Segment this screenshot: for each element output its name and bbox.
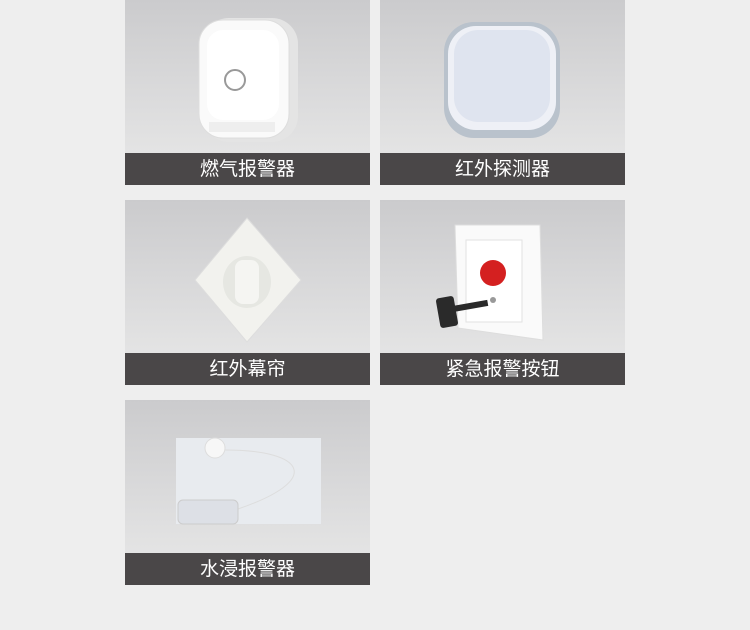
infrared-curtain-image: [194, 217, 302, 343]
gas-alarm-image: [198, 18, 298, 142]
product-label: 燃气报警器: [125, 153, 370, 185]
product-label: 紧急报警按钮: [380, 353, 625, 385]
water-leak-alarm-image: [176, 437, 321, 525]
infrared-detector-image: [444, 22, 560, 138]
product-label: 红外幕帘: [125, 353, 370, 385]
product-label: 水浸报警器: [125, 553, 370, 585]
product-card-gas-alarm[interactable]: 燃气报警器: [125, 0, 370, 185]
product-card-infrared-curtain[interactable]: 红外幕帘: [125, 200, 370, 385]
emergency-button-image: [436, 224, 544, 341]
product-card-water-leak-alarm[interactable]: 水浸报警器: [125, 400, 370, 585]
product-card-emergency-button[interactable]: 紧急报警按钮: [380, 200, 625, 385]
product-label: 红外探测器: [380, 153, 625, 185]
product-card-infrared-detector[interactable]: 红外探测器: [380, 0, 625, 185]
